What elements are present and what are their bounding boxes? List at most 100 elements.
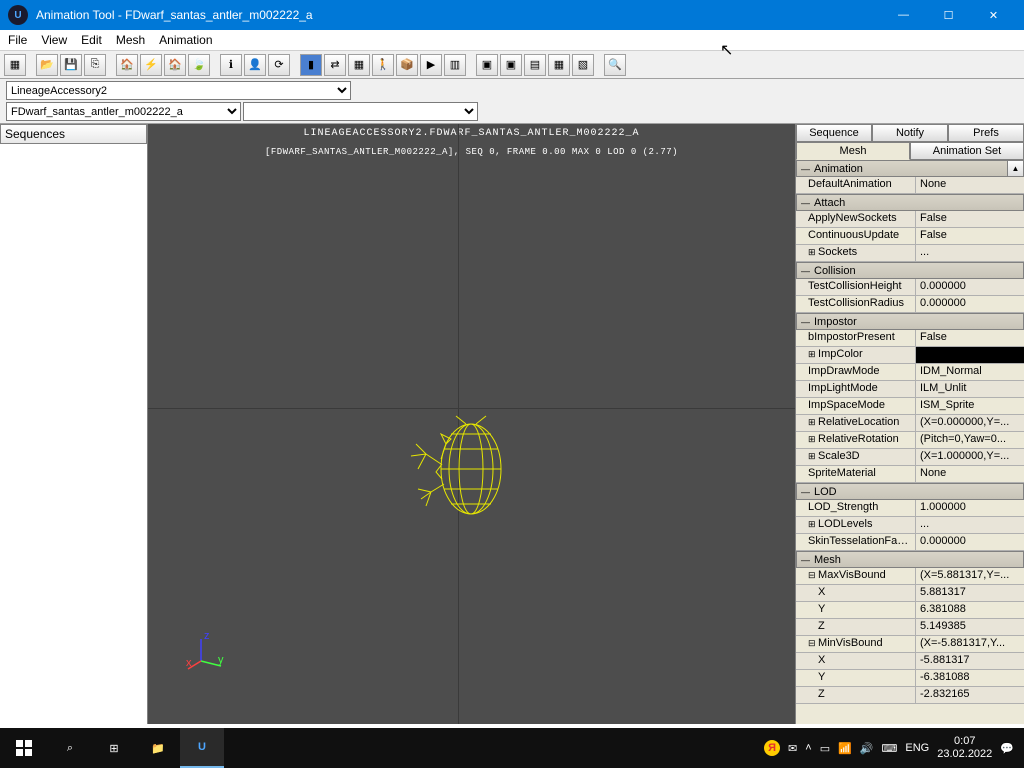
prop-scale-3d[interactable]: Scale3D(X=1.000000,Y=... xyxy=(796,449,1024,466)
prop-default-animation[interactable]: DefaultAnimationNone xyxy=(796,177,1024,194)
tool-open-icon[interactable]: 📂 xyxy=(36,54,58,76)
app-icon: U xyxy=(8,5,28,25)
prop-lod-levels[interactable]: LODLevels... xyxy=(796,517,1024,534)
svg-text:x: x xyxy=(186,657,192,669)
tool-info-icon[interactable]: ℹ xyxy=(220,54,242,76)
tool-grid-icon[interactable]: ▦ xyxy=(348,54,370,76)
taskbar: ⌕ ⊞ 📁 U Я ✉ ˄ ▭ 📶 🔊 ⌨ ENG 0:07 23.02.202… xyxy=(0,728,1024,768)
prop-sprite-material[interactable]: SpriteMaterialNone xyxy=(796,466,1024,483)
package-combo[interactable]: LineageAccessory2 xyxy=(6,81,351,100)
viewport[interactable]: LINEAGEACCESSORY2.FDWARF_SANTAS_ANTLER_M… xyxy=(148,124,795,724)
maximize-button[interactable]: ☐ xyxy=(926,0,971,30)
group-lod[interactable]: LOD xyxy=(796,483,1024,500)
window-title: Animation Tool - FDwarf_santas_antler_m0… xyxy=(36,8,881,22)
tray-wifi-icon[interactable]: 📶 xyxy=(838,742,852,755)
tool-play-icon[interactable]: ▶ xyxy=(420,54,442,76)
tab-prefs[interactable]: Prefs xyxy=(948,124,1024,142)
prop-max-z[interactable]: Z5.149385 xyxy=(796,619,1024,636)
tray-language[interactable]: ENG xyxy=(905,742,929,754)
properties-list[interactable]: ▲ Animation DefaultAnimationNone Attach … xyxy=(796,160,1024,724)
tool-blueblock-icon[interactable]: ▮ xyxy=(300,54,322,76)
svg-text:z: z xyxy=(204,631,210,642)
tool-block4-icon[interactable]: ▦ xyxy=(548,54,570,76)
taskbar-app-icon[interactable]: U xyxy=(180,728,224,768)
tabs-row-2: Mesh Animation Set xyxy=(796,142,1024,160)
tool-refresh-icon[interactable]: ⟳ xyxy=(268,54,290,76)
prop-collision-radius[interactable]: TestCollisionRadius0.000000 xyxy=(796,296,1024,313)
tray-mail-icon[interactable]: ✉ xyxy=(788,742,797,755)
tool-save-icon[interactable]: 💾 xyxy=(60,54,82,76)
prop-collision-height[interactable]: TestCollisionHeight0.000000 xyxy=(796,279,1024,296)
tool-home-icon[interactable]: 🏠 xyxy=(116,54,138,76)
prop-lod-strength[interactable]: LOD_Strength1.000000 xyxy=(796,500,1024,517)
tool-action-icon[interactable]: ⚡ xyxy=(140,54,162,76)
group-mesh[interactable]: Mesh xyxy=(796,551,1024,568)
menu-mesh[interactable]: Mesh xyxy=(116,33,145,47)
tab-sequence[interactable]: Sequence xyxy=(796,124,872,142)
tool-block3-icon[interactable]: ▤ xyxy=(524,54,546,76)
tool-leaf-icon[interactable]: 🍃 xyxy=(188,54,210,76)
third-combo[interactable] xyxy=(243,102,478,121)
asset-combo[interactable]: FDwarf_santas_antler_m002222_a xyxy=(6,102,241,121)
prop-apply-new-sockets[interactable]: ApplyNewSocketsFalse xyxy=(796,211,1024,228)
tab-notify[interactable]: Notify xyxy=(872,124,948,142)
prop-relative-location[interactable]: RelativeLocation(X=0.000000,Y=... xyxy=(796,415,1024,432)
tray-yandex-icon[interactable]: Я xyxy=(764,740,780,756)
tray-chevron-icon[interactable]: ˄ xyxy=(805,742,811,754)
prop-min-y[interactable]: Y-6.381088 xyxy=(796,670,1024,687)
prop-max-vis-bound[interactable]: MaxVisBound(X=5.881317,Y=... xyxy=(796,568,1024,585)
menu-file[interactable]: File xyxy=(8,33,27,47)
tool-person-icon[interactable]: 👤 xyxy=(244,54,266,76)
group-attach[interactable]: Attach xyxy=(796,194,1024,211)
tool-block1-icon[interactable]: ▣ xyxy=(476,54,498,76)
scroll-up-icon[interactable]: ▲ xyxy=(1007,160,1024,177)
prop-imp-color[interactable]: ImpColor xyxy=(796,347,1024,364)
tray-datetime[interactable]: 0:07 23.02.2022 xyxy=(937,735,992,761)
tool-search-icon[interactable]: 🔍 xyxy=(604,54,626,76)
prop-max-y[interactable]: Y6.381088 xyxy=(796,602,1024,619)
prop-imp-light-mode[interactable]: ImpLightModeILM_Unlit xyxy=(796,381,1024,398)
prop-skin-tesselation[interactable]: SkinTesselationFac...0.000000 xyxy=(796,534,1024,551)
prop-relative-rotation[interactable]: RelativeRotation(Pitch=0,Yaw=0... xyxy=(796,432,1024,449)
tool-palette-icon[interactable]: ▥ xyxy=(444,54,466,76)
prop-impostor-present[interactable]: bImpostorPresentFalse xyxy=(796,330,1024,347)
taskbar-explorer-icon[interactable]: 📁 xyxy=(136,728,180,768)
menu-animation[interactable]: Animation xyxy=(159,33,212,47)
taskbar-taskview-icon[interactable]: ⊞ xyxy=(92,728,136,768)
group-collision[interactable]: Collision xyxy=(796,262,1024,279)
prop-continuous-update[interactable]: ContinuousUpdateFalse xyxy=(796,228,1024,245)
prop-imp-draw-mode[interactable]: ImpDrawModeIDM_Normal xyxy=(796,364,1024,381)
tool-block2-icon[interactable]: ▣ xyxy=(500,54,522,76)
tool-walk-icon[interactable]: 🚶 xyxy=(372,54,394,76)
group-impostor[interactable]: Impostor xyxy=(796,313,1024,330)
menu-view[interactable]: View xyxy=(41,33,67,47)
menu-edit[interactable]: Edit xyxy=(81,33,102,47)
minimize-button[interactable]: — xyxy=(881,0,926,30)
tool-arrows-icon[interactable]: ⇄ xyxy=(324,54,346,76)
tool-copy-icon[interactable]: ⎘ xyxy=(84,54,106,76)
tabs-row-1: Sequence Notify Prefs xyxy=(796,124,1024,142)
prop-max-x[interactable]: X5.881317 xyxy=(796,585,1024,602)
tool-new-icon[interactable]: ▦ xyxy=(4,54,26,76)
sequences-panel: Sequences xyxy=(0,124,148,724)
tray-battery-icon[interactable]: ▭ xyxy=(820,742,830,755)
prop-sockets[interactable]: Sockets... xyxy=(796,245,1024,262)
start-button[interactable] xyxy=(0,728,48,768)
prop-min-x[interactable]: X-5.881317 xyxy=(796,653,1024,670)
taskbar-search-icon[interactable]: ⌕ xyxy=(48,728,92,768)
tool-box-icon[interactable]: 📦 xyxy=(396,54,418,76)
prop-min-vis-bound[interactable]: MinVisBound(X=-5.881317,Y... xyxy=(796,636,1024,653)
tray-notifications-icon[interactable]: 💬 xyxy=(1000,742,1014,755)
close-button[interactable]: ✕ xyxy=(971,0,1016,30)
tab-animset[interactable]: Animation Set xyxy=(910,142,1024,160)
tray-keyboard-icon[interactable]: ⌨ xyxy=(882,742,898,755)
tool-block5-icon[interactable]: ▧ xyxy=(572,54,594,76)
tray-volume-icon[interactable]: 🔊 xyxy=(860,742,874,755)
tool-house-icon[interactable]: 🏠 xyxy=(164,54,186,76)
tab-mesh[interactable]: Mesh xyxy=(796,142,910,160)
group-animation[interactable]: Animation xyxy=(796,160,1024,177)
prop-imp-space-mode[interactable]: ImpSpaceModeISM_Sprite xyxy=(796,398,1024,415)
mesh-wireframe xyxy=(396,414,526,524)
viewport-status-text: [FDWARF_SANTAS_ANTLER_M002222_A], SEQ 0,… xyxy=(148,139,795,157)
prop-min-z[interactable]: Z-2.832165 xyxy=(796,687,1024,704)
